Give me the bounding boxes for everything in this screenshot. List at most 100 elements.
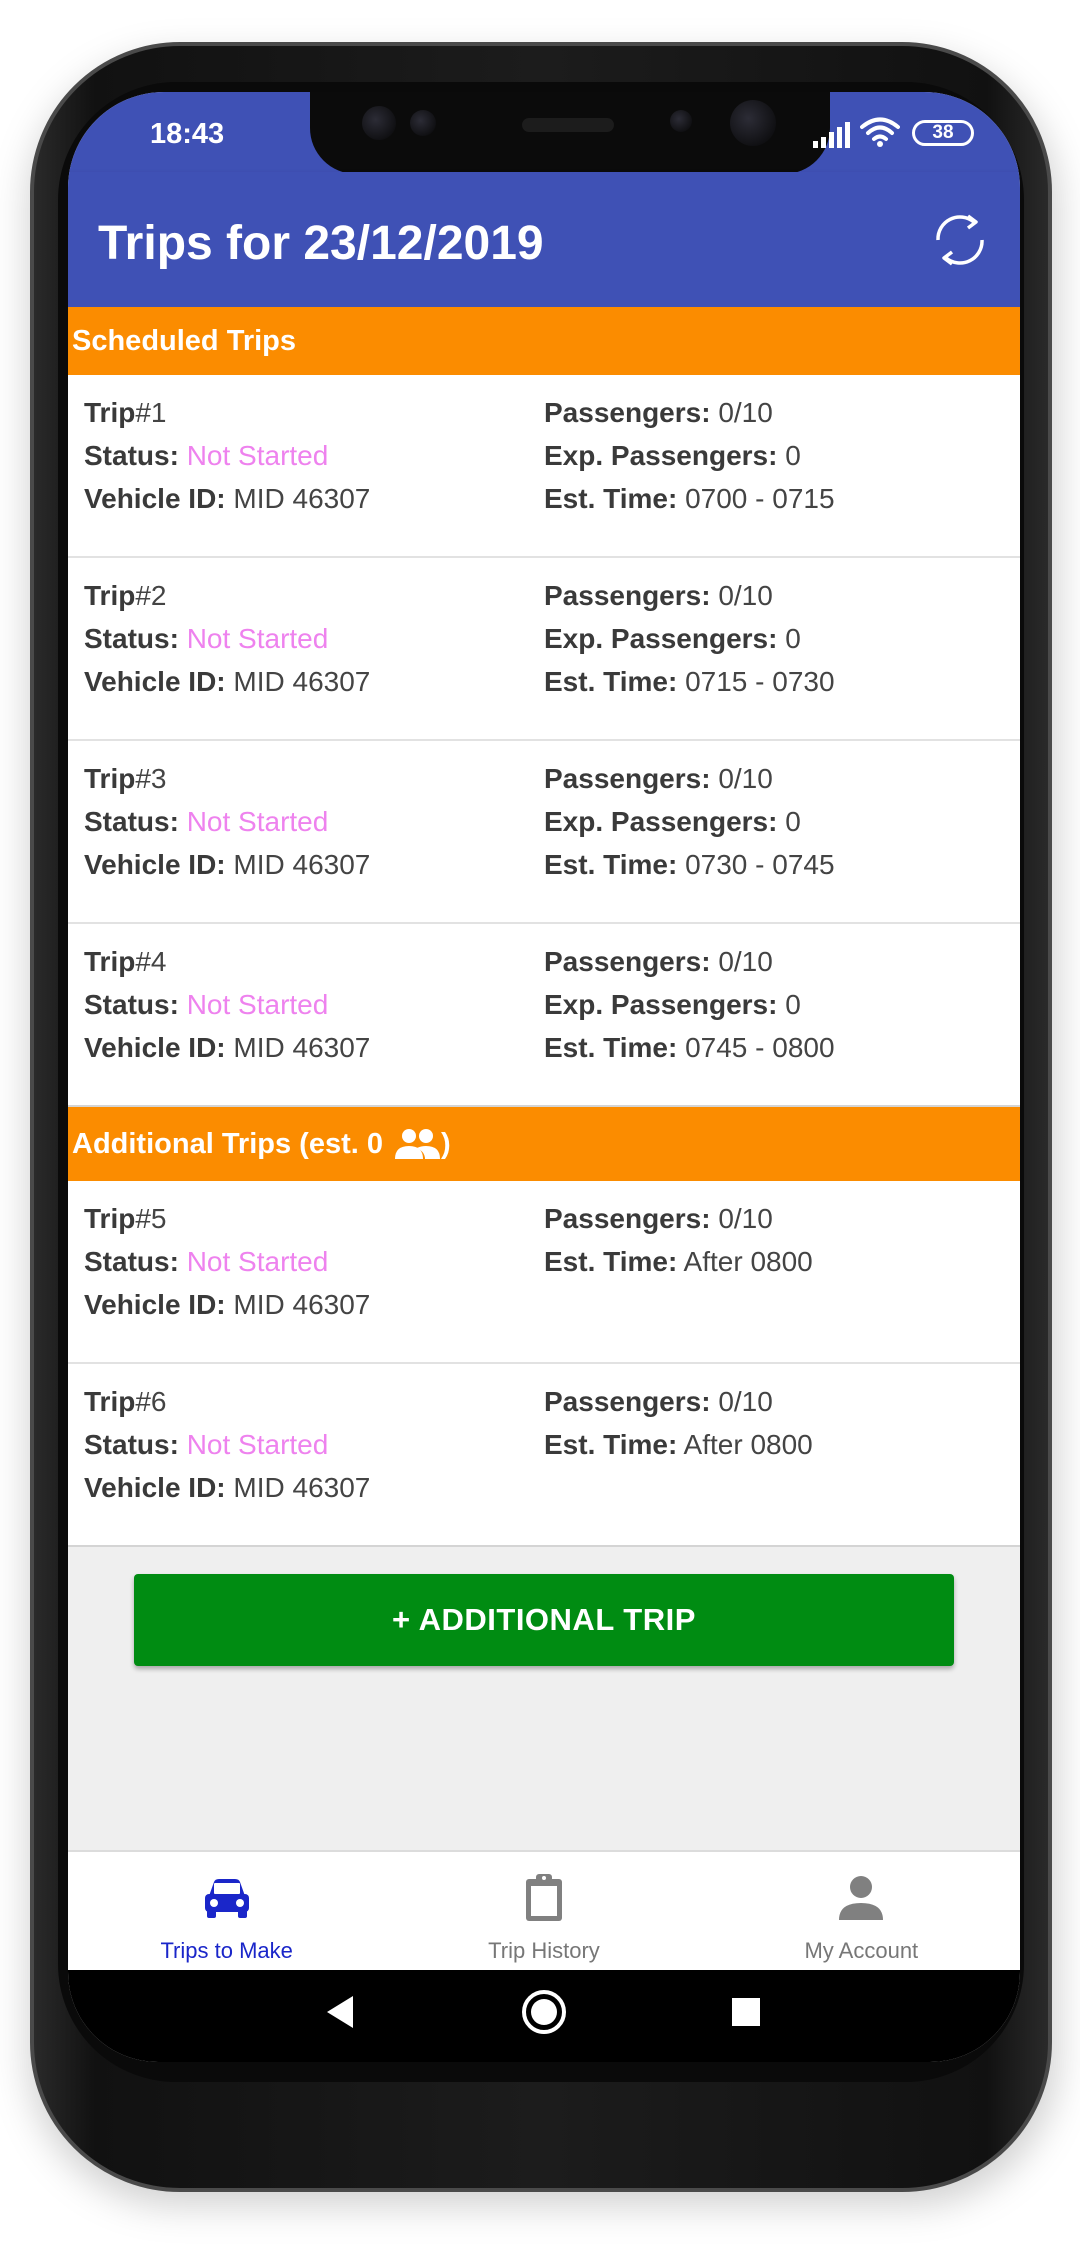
- phone-screen: 18:43 38 Trips for 23/12/2019 Scheduled …: [68, 92, 1020, 2062]
- status-label: Status:: [84, 806, 179, 837]
- trip-card-left: Trip#2 Status: Not Started Vehicle ID: MID…: [84, 574, 370, 703]
- status-value: Not Started: [186, 989, 329, 1020]
- status-label: Status:: [84, 1246, 179, 1277]
- trip-number: #5: [135, 1203, 167, 1234]
- person-icon: [839, 1876, 884, 1920]
- vehicle-id: Vehicle ID: MID 46307: [84, 843, 370, 886]
- passengers-value: 0/10: [718, 946, 773, 977]
- car-icon: [204, 1879, 249, 1918]
- clipboard-icon: [525, 1874, 562, 1921]
- trip-label: Trip: [84, 946, 136, 977]
- passengers-value: 0/10: [718, 1203, 773, 1234]
- system-navigation-bar: [68, 1970, 1020, 2062]
- passengers: Passengers: 0/10: [544, 574, 835, 617]
- exp-passengers: Exp. Passengers: 0: [544, 617, 835, 660]
- vehicle-id-label: Vehicle ID:: [84, 849, 226, 880]
- vehicle-id-value: MID 46307: [233, 1032, 371, 1063]
- vehicle-id-value: MID 46307: [233, 1289, 371, 1320]
- sensor-icon: [410, 110, 436, 136]
- recents-icon[interactable]: [730, 1996, 762, 2028]
- trip-number-row: Trip#3: [84, 757, 370, 800]
- est-time: Est. Time: 0700 - 0715: [544, 477, 835, 520]
- vehicle-id: Vehicle ID: MID 46307: [84, 477, 370, 520]
- passengers: Passengers: 0/10: [544, 1197, 813, 1240]
- exp-passengers: Exp. Passengers: 0: [544, 800, 835, 843]
- trip-card[interactable]: Trip#6 Status: Not Started Vehicle ID: MID…: [68, 1364, 1020, 1547]
- nav-trip-history[interactable]: Trip History: [385, 1852, 702, 1970]
- trip-label: Trip: [84, 763, 136, 794]
- back-icon[interactable]: [323, 1992, 357, 2032]
- trip-card-right: Passengers: 0/10 Exp. Passengers: 0 Est. T…: [544, 574, 835, 703]
- trip-list: Scheduled Trips Trip #1 Status: Not Starte…: [68, 307, 1020, 1547]
- status-label: Status:: [84, 989, 179, 1020]
- exp-passengers-label: Exp. Passengers:: [544, 989, 778, 1020]
- exp-passengers: Exp. Passengers: 0: [544, 434, 835, 477]
- passengers-label: Passengers:: [544, 1386, 711, 1417]
- trip-card[interactable]: Trip#1 Status: Not Started Vehicle ID: MID…: [68, 375, 1020, 558]
- vehicle-id-label: Vehicle ID:: [84, 1472, 226, 1503]
- trip-label: Trip: [84, 580, 136, 611]
- front-camera-icon: [730, 100, 776, 146]
- trip-card-right: Passengers: 0/10 Est. Time: After 0800: [544, 1197, 813, 1283]
- est-time-label: Est. Time:: [544, 483, 678, 514]
- trip-number-row: Trip#6: [84, 1380, 370, 1423]
- home-icon[interactable]: [520, 1988, 568, 2036]
- trip-card[interactable]: Trip#4 Status: Not Started Vehicle ID: MID…: [68, 924, 1020, 1107]
- vehicle-id-label: Vehicle ID:: [84, 666, 226, 697]
- add-additional-trip-button[interactable]: + ADDITIONAL TRIP: [134, 1574, 954, 1666]
- exp-passengers-label: Exp. Passengers:: [544, 806, 778, 837]
- passengers-value: 0/10: [718, 397, 773, 428]
- scheduled-trips-header: Scheduled Trips: [68, 307, 1020, 375]
- vehicle-id: Vehicle ID: MID 46307: [84, 1466, 370, 1509]
- trip-card[interactable]: Trip#3 Status: Not Started Vehicle ID: MID…: [68, 741, 1020, 924]
- trip-number: #4: [135, 946, 167, 977]
- status-value: Not Started: [186, 440, 329, 471]
- trip-number: #1: [135, 397, 167, 428]
- status: Status: Not Started: [84, 1240, 370, 1283]
- trip-number: #2: [135, 580, 167, 611]
- nav-my-account[interactable]: My Account: [703, 1852, 1020, 1970]
- nav-label: My Account: [804, 1938, 919, 1963]
- passengers-label: Passengers:: [544, 763, 711, 794]
- vehicle-id: Vehicle ID: MID 46307: [84, 1283, 370, 1326]
- est-time-value: 0730 - 0745: [685, 849, 835, 880]
- sensor-icon: [362, 106, 396, 140]
- est-time: Est. Time: 0745 - 0800: [544, 1026, 835, 1069]
- trip-card-left: Trip#5 Status: Not Started Vehicle ID: MID…: [84, 1197, 370, 1326]
- trip-card[interactable]: Trip#5 Status: Not Started Vehicle ID: MID…: [68, 1181, 1020, 1364]
- nav-trips-to-make[interactable]: Trips to Make: [68, 1852, 385, 1970]
- vehicle-id-value: MID 46307: [233, 849, 371, 880]
- status-label: Status:: [84, 440, 179, 471]
- sensor-icon: [670, 110, 692, 132]
- vehicle-id-label: Vehicle ID:: [84, 483, 226, 514]
- trip-number-row: Trip#4: [84, 940, 370, 983]
- trip-number-row: Trip#5: [84, 1197, 370, 1240]
- trip-card-right: Passengers: 0/10 Exp. Passengers: 0 Est. T…: [544, 940, 835, 1069]
- group-icon: [395, 1129, 440, 1159]
- status: Status: Not Started: [84, 434, 370, 477]
- additional-trips-list: Trip#5 Status: Not Started Vehicle ID: MID…: [68, 1181, 1020, 1547]
- trip-card-right: Passengers: 0/10 Exp. Passengers: 0 Est. T…: [544, 757, 835, 886]
- exp-passengers: Exp. Passengers: 0: [544, 983, 835, 1026]
- status: Status: Not Started: [84, 983, 370, 1026]
- est-time: Est. Time: 0730 - 0745: [544, 843, 835, 886]
- est-time: Est. Time: After 0800: [544, 1240, 813, 1283]
- est-time-value: After 0800: [683, 1246, 813, 1277]
- status-value: Not Started: [186, 806, 329, 837]
- est-time-label: Est. Time:: [544, 666, 678, 697]
- status-value: Not Started: [186, 1429, 329, 1460]
- vehicle-id-label: Vehicle ID:: [84, 1032, 226, 1063]
- est-time-value: 0715 - 0730: [685, 666, 835, 697]
- exp-passengers-value: 0: [785, 806, 801, 837]
- camera-notch: [310, 92, 830, 174]
- refresh-icon[interactable]: [930, 210, 990, 270]
- vehicle-id-value: MID 46307: [233, 1472, 371, 1503]
- status: Status: Not Started: [84, 800, 370, 843]
- passengers: Passengers: 0/10: [544, 391, 835, 434]
- trip-label: Trip: [84, 1386, 136, 1417]
- trip-card-right: Passengers: 0/10 Est. Time: After 0800: [544, 1380, 813, 1466]
- est-time-label: Est. Time:: [544, 1429, 678, 1460]
- trip-card[interactable]: Trip#2 Status: Not Started Vehicle ID: MID…: [68, 558, 1020, 741]
- est-time-label: Est. Time:: [544, 1246, 678, 1277]
- status: Status: Not Started: [84, 1423, 370, 1466]
